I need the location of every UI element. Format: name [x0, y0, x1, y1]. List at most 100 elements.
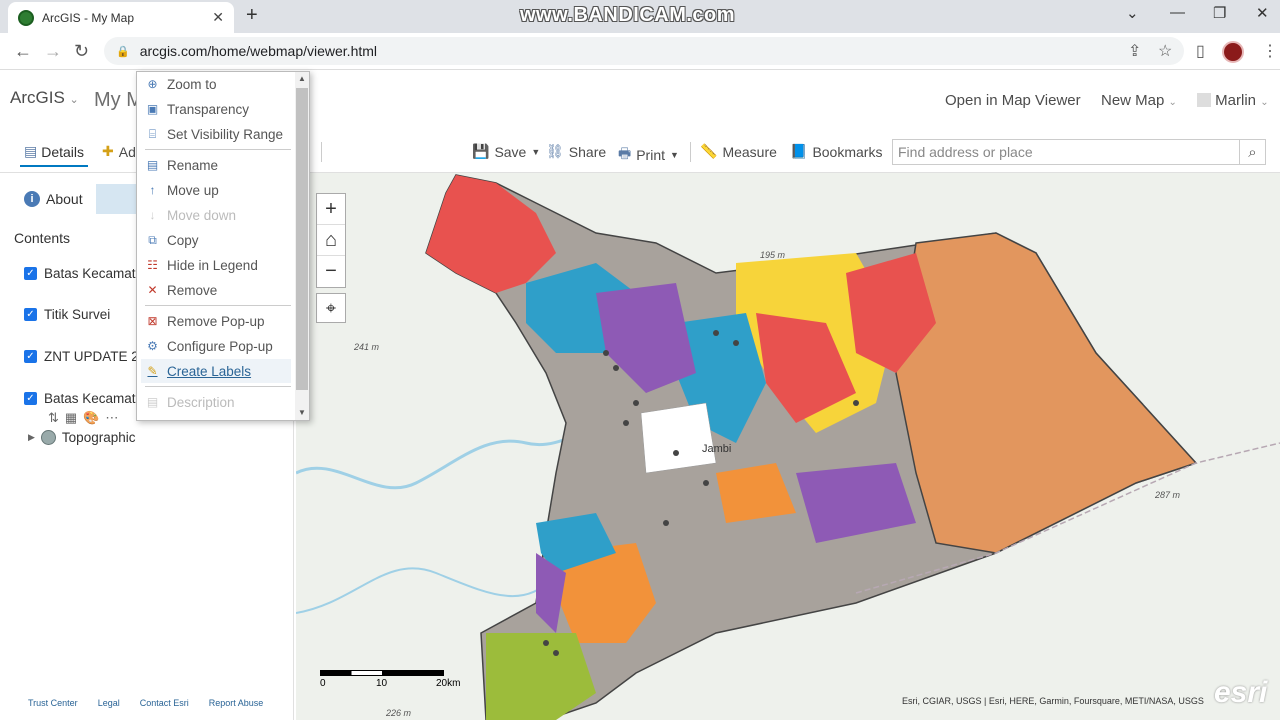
scale-label: 0 [320, 678, 326, 689]
elevation-label: 287 m [1155, 490, 1181, 500]
browser-tabstrip: ArcGIS - My Map ✕ + www.BANDICAM.com ⌄ —… [0, 0, 1280, 33]
scale-bar: 0 10 20km [320, 670, 460, 689]
print-button[interactable]: 🖶 Print ▼ [618, 143, 679, 167]
scale-label: 20km [436, 678, 461, 689]
bookmarks-button[interactable]: 📘 Bookmarks [790, 143, 882, 160]
address-bar-row: ← → ↻ 🔒 arcgis.com/home/webmap/viewer.ht… [0, 33, 1280, 70]
hide-legend-icon: ☷ [147, 257, 158, 272]
city-label: Jambi [702, 443, 732, 455]
search-icon[interactable]: ⌕ [1239, 140, 1265, 164]
scroll-down-icon[interactable]: ▼ [298, 408, 306, 417]
river [296, 567, 557, 614]
share-page-icon[interactable]: ⇪ [1128, 41, 1141, 61]
description-icon: ▤ [146, 394, 159, 409]
menu-item-description[interactable]: ▤ Description [141, 390, 291, 414]
back-icon[interactable]: ← [14, 41, 32, 62]
browser-menu-icon[interactable]: ⋮ [1262, 41, 1278, 61]
add-button[interactable]: ✚ Ad [102, 143, 136, 160]
menu-item-create-labels[interactable]: ✎ Create Labels [141, 359, 291, 383]
tab-title: ArcGIS - My Map [42, 10, 135, 25]
arrow-up-icon: ↑ [149, 182, 156, 197]
more-options-icon[interactable]: ⋯ [105, 410, 118, 426]
save-button[interactable]: 💾 Save ▼ [472, 143, 540, 160]
remove-icon: ✕ [147, 282, 158, 297]
details-button[interactable]: ▤ Details [20, 138, 89, 167]
content-button[interactable] [96, 184, 140, 214]
zoom-in-button[interactable]: + [317, 194, 345, 225]
minimize-icon[interactable]: — [1170, 4, 1185, 21]
url-field[interactable]: 🔒 arcgis.com/home/webmap/viewer.html [104, 37, 1184, 65]
menu-item-transparency[interactable]: ▣ Transparency [141, 97, 291, 121]
scroll-up-icon[interactable]: ▲ [298, 74, 306, 83]
layer-item[interactable]: ✓ Batas Kecamata [24, 266, 143, 281]
locate-button[interactable]: ⌖ [316, 293, 346, 323]
menu-item-visibility-range[interactable]: ⌸ Set Visibility Range [141, 122, 291, 146]
menu-item-remove-popup[interactable]: ⊠ Remove Pop-up [141, 309, 291, 333]
elevation-label: 241 m [354, 342, 380, 352]
layer-checkbox[interactable]: ✓ [24, 308, 37, 321]
map-view[interactable]: 195 m 241 m 287 m 226 m [296, 173, 1280, 720]
zoom-out-button[interactable]: − [317, 256, 345, 287]
basemap-icon [40, 430, 56, 445]
url-text: arcgis.com/home/webmap/viewer.html [139, 43, 378, 59]
layer-item[interactable]: ✓ Titik Survei [24, 307, 110, 322]
side-panel-icon[interactable]: ▯ [1196, 41, 1205, 61]
user-menu[interactable]: Marlin ⌄ [1197, 92, 1269, 109]
layer-context-menu: ⊕ Zoom to ▣ Transparency ⌸ Set Visibility R… [136, 71, 310, 421]
table-icon[interactable]: ▦ [65, 410, 77, 426]
profile-avatar[interactable] [1222, 41, 1244, 63]
expand-icon[interactable]: ▶ [28, 432, 35, 443]
arcgis-favicon-icon [18, 9, 34, 26]
basemap-item[interactable]: ▶ Topographic [28, 430, 135, 445]
menu-item-hide-in-legend[interactable]: ☷ Hide in Legend [141, 253, 291, 277]
legend-icon[interactable]: ⇅ [48, 410, 59, 426]
copy-icon: ⧉ [148, 232, 157, 247]
search-input[interactable] [893, 140, 1239, 164]
reload-icon[interactable]: ↻ [74, 41, 89, 62]
layer-item[interactable]: ✓ ZNT UPDATE 20 [24, 349, 146, 364]
labels-icon: ✎ [147, 363, 158, 378]
search-box: ⌕ [892, 139, 1266, 165]
legal-link[interactable]: Legal [98, 698, 120, 708]
layer-checkbox[interactable]: ✓ [24, 392, 37, 405]
close-tab-icon[interactable]: ✕ [212, 9, 224, 26]
arcgis-logo[interactable]: ArcGIS ⌄ [10, 88, 79, 108]
maximize-icon[interactable]: ❐ [1213, 4, 1226, 22]
change-style-icon[interactable]: 🎨 [83, 410, 99, 426]
about-button[interactable]: i About [24, 191, 83, 207]
menu-item-rename[interactable]: ▤ Rename [141, 153, 291, 177]
trust-center-link[interactable]: Trust Center [28, 698, 78, 708]
forward-icon[interactable]: → [44, 41, 62, 62]
menu-scrollbar[interactable]: ▲ ▼ [295, 72, 309, 420]
toolbar-divider [321, 142, 322, 162]
menu-item-copy[interactable]: ⧉ Copy [141, 228, 291, 252]
menu-divider [145, 305, 291, 306]
menu-item-zoom-to[interactable]: ⊕ Zoom to [141, 72, 291, 96]
home-button[interactable]: ⌂ [317, 225, 345, 256]
map-attribution[interactable]: Esri, CGIAR, USGS | Esri, HERE, Garmin, … [902, 696, 1204, 706]
menu-item-remove[interactable]: ✕ Remove [141, 278, 291, 302]
layer-item[interactable]: ✓ Batas Kecamata [24, 391, 143, 406]
visibility-icon: ⌸ [148, 126, 157, 141]
new-map-menu[interactable]: New Map ⌄ [1101, 92, 1177, 109]
zoom-control: + ⌂ − [316, 193, 346, 288]
rename-icon: ▤ [146, 157, 159, 172]
layer-checkbox[interactable]: ✓ [24, 267, 37, 280]
measure-button[interactable]: 📏 Measure [700, 143, 777, 160]
tab-search-icon[interactable]: ⌄ [1126, 4, 1139, 22]
scrollbar-thumb[interactable] [296, 88, 308, 390]
close-window-icon[interactable]: ✕ [1256, 4, 1269, 22]
report-abuse-link[interactable]: Report Abuse [209, 698, 264, 708]
lock-icon: 🔒 [116, 45, 130, 58]
open-in-map-viewer-link[interactable]: Open in Map Viewer [945, 92, 1081, 109]
bookmark-star-icon[interactable]: ☆ [1158, 41, 1172, 61]
menu-item-move-up[interactable]: ↑ Move up [141, 178, 291, 202]
new-tab-icon[interactable]: + [246, 4, 258, 27]
share-button[interactable]: ⛓ Share [546, 143, 606, 160]
menu-item-configure-popup[interactable]: ⚙ Configure Pop-up [141, 334, 291, 358]
map-canvas [296, 174, 1280, 720]
browser-tab[interactable]: ArcGIS - My Map ✕ [8, 2, 234, 33]
contact-esri-link[interactable]: Contact Esri [140, 698, 189, 708]
menu-item-move-down[interactable]: ↓ Move down [141, 203, 291, 227]
layer-checkbox[interactable]: ✓ [24, 350, 37, 363]
